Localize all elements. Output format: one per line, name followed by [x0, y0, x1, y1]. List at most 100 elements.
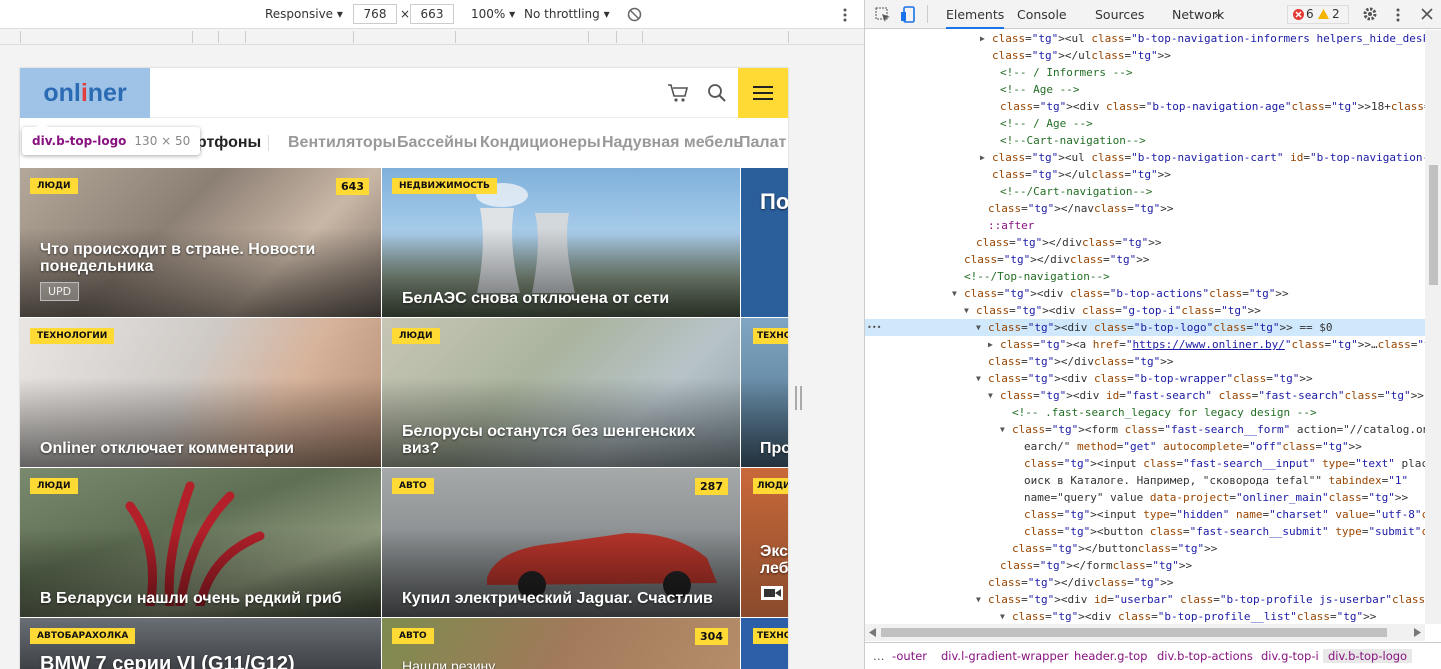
settings-gear-icon[interactable]: [1362, 6, 1378, 22]
category-link[interactable]: Надувная мебель: [602, 134, 743, 152]
news-tile[interactable]: Люди 643 Что происходит в стране. Новост…: [20, 168, 381, 317]
dom-tree-line[interactable]: <!--/Top-navigation-->: [865, 268, 1425, 285]
dom-tree-line[interactable]: <!--/Cart-navigation-->: [865, 183, 1425, 200]
breadcrumb-overflow[interactable]: …: [873, 649, 885, 663]
expand-arrow-icon[interactable]: ▼: [976, 319, 981, 336]
tab-console[interactable]: Console: [1017, 7, 1067, 22]
expand-arrow-icon[interactable]: ▼: [964, 302, 969, 319]
throttle-select[interactable]: No throttling ▾: [524, 7, 610, 21]
dom-tree-line[interactable]: <!-- / Informers -->: [865, 64, 1425, 81]
breadcrumb-item[interactable]: header.g-top: [1074, 649, 1147, 663]
news-tile[interactable]: По с L: [741, 168, 788, 317]
dom-tree-line[interactable]: class="tg"><input class="fast-search__in…: [865, 455, 1425, 472]
dom-tree-line[interactable]: class="tg"></navclass="tg">>: [865, 200, 1425, 217]
device-select[interactable]: Responsive ▾: [265, 7, 343, 21]
news-tile[interactable]: Техно Про: [741, 318, 788, 467]
close-icon[interactable]: [1421, 8, 1433, 20]
dom-tree-line[interactable]: <!-- Age -->: [865, 81, 1425, 98]
more-tabs-button[interactable]: »: [1214, 7, 1222, 22]
dom-tree-line[interactable]: class="tg"></ulclass="tg">>: [865, 47, 1425, 64]
category-link[interactable]: Кондиционеры: [480, 134, 601, 152]
zoom-select[interactable]: 100% ▾: [471, 7, 515, 21]
site-logo[interactable]: onl i ner: [20, 68, 150, 118]
breadcrumb-item[interactable]: div.l-gradient-wrapper: [941, 649, 1069, 663]
node-menu-icon[interactable]: •••: [867, 319, 881, 336]
dom-tree-line[interactable]: ▼ class="tg"><div class="b-top-wrapper"cl…: [865, 370, 1425, 387]
dom-tree-line[interactable]: earch/" method="get" autocomplete="off"c…: [865, 438, 1425, 455]
dom-tree-line[interactable]: ▼ class="tg"><div class="g-top-i"class="t…: [865, 302, 1425, 319]
expand-arrow-icon[interactable]: ▼: [976, 591, 981, 608]
breadcrumb-item-current[interactable]: div.b-top-logo: [1323, 649, 1413, 663]
dom-tree-line[interactable]: class="tg"></formclass="tg">>: [865, 557, 1425, 574]
dom-tree-line[interactable]: <!--Cart-navigation-->: [865, 132, 1425, 149]
dom-tree-line[interactable]: ▼ class="tg"><div id="fast-search" class=…: [865, 387, 1425, 404]
category-link[interactable]: Бассейны: [397, 134, 477, 152]
dom-tree-line[interactable]: class="tg"></divclass="tg">>: [865, 251, 1425, 268]
news-tile[interactable]: Авто 287 Купил электрический Jaguar. Сча…: [382, 468, 740, 617]
resize-handle[interactable]: [795, 386, 802, 410]
expand-arrow-icon[interactable]: ▼: [1000, 608, 1005, 624]
expand-arrow-icon[interactable]: ▼: [988, 387, 993, 404]
dom-tree-line[interactable]: class="tg"></divclass="tg">>: [865, 574, 1425, 591]
dom-tree-line[interactable]: оиск в Каталоге. Например, "сковорода te…: [865, 472, 1425, 489]
dom-tree-line[interactable]: <!-- / Age -->: [865, 115, 1425, 132]
device-toggle-icon[interactable]: [901, 6, 917, 23]
width-input[interactable]: 768: [353, 4, 397, 24]
breadcrumb-item[interactable]: -outer: [892, 649, 927, 663]
scroll-right-icon[interactable]: [1414, 628, 1421, 637]
dom-tree-line[interactable]: ▶ class="tg"><ul class="b-top-navigation-…: [865, 149, 1425, 166]
dom-tree-line[interactable]: name="query" value data-project="onliner…: [865, 489, 1425, 506]
horizontal-scrollbar[interactable]: [865, 624, 1425, 641]
news-tile[interactable]: Люди Эксп лебе: [741, 468, 788, 617]
dom-tree-line[interactable]: class="tg"></divclass="tg">>: [865, 353, 1425, 370]
height-input[interactable]: 663: [410, 4, 454, 24]
scroll-left-icon[interactable]: [869, 628, 876, 637]
expand-arrow-icon[interactable]: ▼: [1000, 421, 1005, 438]
category-link[interactable]: Палат: [739, 134, 786, 152]
dom-tree-line[interactable]: ▼ class="tg"><div class="b-top-actions"cl…: [865, 285, 1425, 302]
menu-button[interactable]: [738, 68, 788, 118]
dom-tree-line[interactable]: ▶ class="tg"><ul class="b-top-navigation-…: [865, 30, 1425, 47]
dom-tree-line[interactable]: ▶ class="tg"><a href="https://www.onliner…: [865, 336, 1425, 353]
tab-sources[interactable]: Sources: [1095, 7, 1144, 22]
expand-arrow-icon[interactable]: ▶: [980, 30, 985, 47]
inspect-element-icon[interactable]: [875, 7, 891, 23]
category-link[interactable]: Вентиляторы: [288, 134, 396, 152]
dom-tree-line[interactable]: ▼ class="tg"><div class="b-top-logo"class…: [865, 319, 1425, 336]
news-tile[interactable]: Технологии Onliner отключает комментарии: [20, 318, 381, 467]
news-tile[interactable]: Недвижимость БелАЭС снова отключена от с…: [382, 168, 740, 317]
news-tile[interactable]: Люди В Беларуси нашли очень редкий гриб: [20, 468, 381, 617]
issues-counter[interactable]: 6 2: [1287, 5, 1349, 24]
dom-tree-line[interactable]: ▼ class="tg"><form class="fast-search__fo…: [865, 421, 1425, 438]
vertical-scrollbar[interactable]: [1425, 30, 1441, 624]
expand-arrow-icon[interactable]: ▼: [976, 370, 981, 387]
news-tile[interactable]: Автобарахолка BMW 7 серии VI (G11/G12): [20, 618, 381, 669]
scrollbar-thumb[interactable]: [881, 628, 1387, 637]
news-tile[interactable]: Люди Белорусы останутся без шенгенских в…: [382, 318, 740, 467]
dom-tree-line[interactable]: class="tg"></buttonclass="tg">>: [865, 540, 1425, 557]
news-tile[interactable]: Авто 304 Нашли резину: [382, 618, 740, 669]
dom-tree-line[interactable]: class="tg"></ulclass="tg">>: [865, 166, 1425, 183]
dom-tree-line[interactable]: <!-- .fast-search_legacy for legacy desi…: [865, 404, 1425, 421]
more-options-icon[interactable]: [1395, 7, 1401, 23]
rotate-icon[interactable]: [627, 7, 642, 22]
dom-tree-line[interactable]: ::after: [865, 217, 1425, 234]
dom-tree-line[interactable]: class="tg"><button class="fast-search__s…: [865, 523, 1425, 540]
expand-arrow-icon[interactable]: ▶: [980, 149, 985, 166]
breadcrumb-item[interactable]: div.g-top-i: [1261, 649, 1319, 663]
expand-arrow-icon[interactable]: ▶: [988, 336, 993, 353]
dom-tree-line[interactable]: class="tg"><div class="b-top-navigation-…: [865, 98, 1425, 115]
dom-tree-line[interactable]: class="tg"><input type="hidden" name="ch…: [865, 506, 1425, 523]
cart-icon[interactable]: [666, 81, 690, 105]
search-icon[interactable]: [705, 81, 729, 105]
news-tile[interactable]: Техно: [741, 618, 788, 669]
dom-tree-line[interactable]: ▼ class="tg"><div id="userbar" class="b-t…: [865, 591, 1425, 608]
tab-elements[interactable]: Elements: [946, 7, 1005, 29]
dom-tree-line[interactable]: class="tg"></divclass="tg">>: [865, 234, 1425, 251]
dom-tree-line[interactable]: ▼ class="tg"><div class="b-top-profile__l…: [865, 608, 1425, 624]
scrollbar-thumb[interactable]: [1429, 165, 1438, 285]
breadcrumb-item[interactable]: div.b-top-actions: [1157, 649, 1253, 663]
dom-tree[interactable]: ▶ class="tg"><ul class="b-top-navigation-…: [865, 30, 1425, 624]
expand-arrow-icon[interactable]: ▼: [952, 285, 957, 302]
more-options-icon[interactable]: [842, 7, 848, 23]
